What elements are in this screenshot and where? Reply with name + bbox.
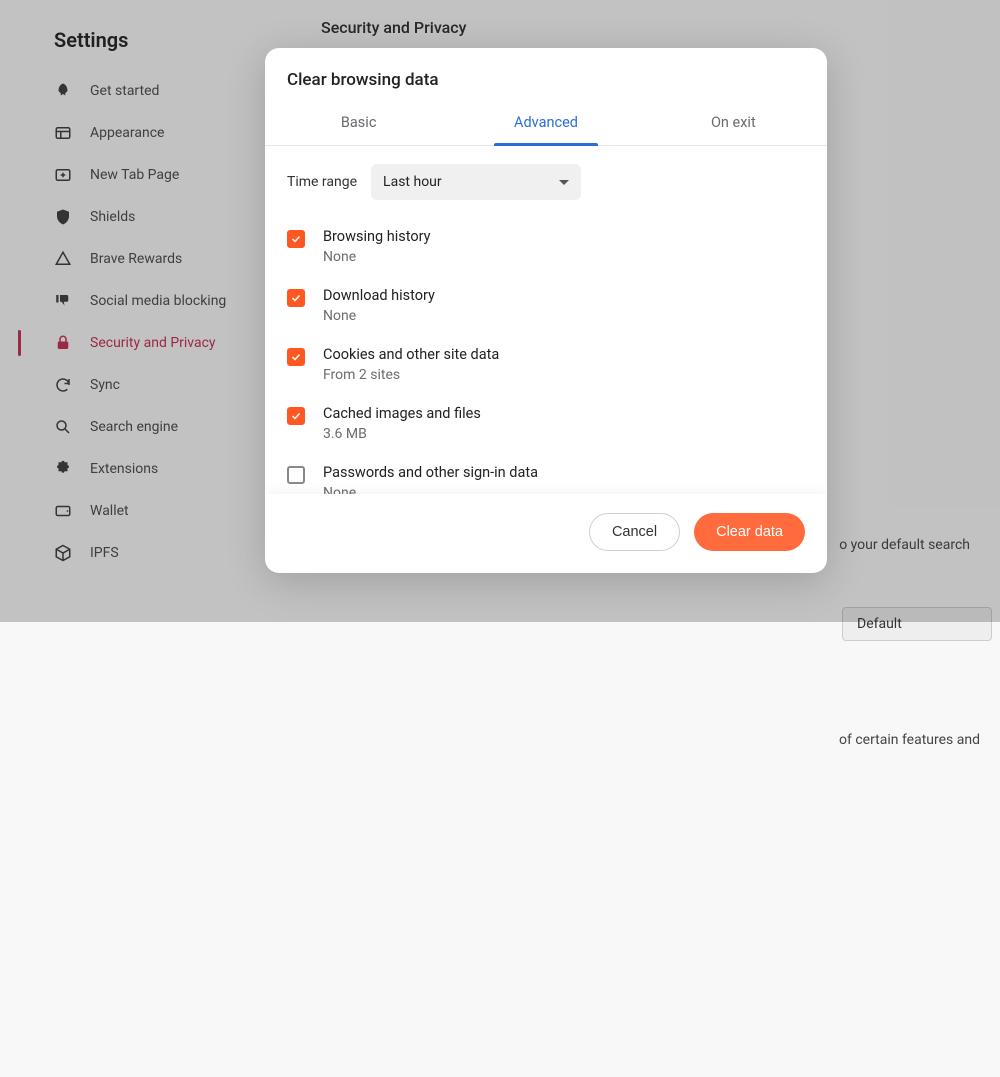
checkbox[interactable] xyxy=(287,289,305,307)
data-type-title: Passwords and other sign-in data xyxy=(323,464,538,481)
checkbox[interactable] xyxy=(287,407,305,425)
dialog-footer: Cancel Clear data xyxy=(265,494,827,573)
clear-data-button[interactable]: Clear data xyxy=(694,513,805,551)
dialog-title: Clear browsing data xyxy=(265,48,827,104)
checkbox[interactable] xyxy=(287,230,305,248)
checkbox[interactable] xyxy=(287,348,305,366)
time-range-value: Last hour xyxy=(383,174,442,190)
data-type-sub: None xyxy=(323,485,538,494)
time-range-label: Time range xyxy=(287,174,357,190)
data-types-list: Browsing history None Download history None… xyxy=(265,208,827,494)
data-type-sub: None xyxy=(323,249,431,265)
data-type-row: Cookies and other site data From 2 sites xyxy=(287,336,805,395)
time-range-row: Time range Last hour xyxy=(265,146,827,208)
data-type-row: Passwords and other sign-in data None xyxy=(287,454,805,494)
data-type-row: Browsing history None xyxy=(287,218,805,277)
data-type-title: Download history xyxy=(323,287,435,304)
data-type-sub: From 2 sites xyxy=(323,367,499,383)
tab-basic[interactable]: Basic xyxy=(265,104,452,145)
tab-advanced[interactable]: Advanced xyxy=(452,104,639,145)
tab-on-exit[interactable]: On exit xyxy=(640,104,827,145)
time-range-select[interactable]: Last hour xyxy=(371,164,581,200)
chevron-down-icon xyxy=(559,180,569,185)
checkbox[interactable] xyxy=(287,466,305,484)
data-type-title: Browsing history xyxy=(323,228,431,245)
data-type-sub: None xyxy=(323,308,435,324)
bg-text-fragment-2: of certain features and xyxy=(839,732,980,748)
dialog-tabs: BasicAdvancedOn exit xyxy=(265,104,827,146)
data-type-title: Cached images and files xyxy=(323,405,481,422)
data-type-sub: 3.6 MB xyxy=(323,426,481,442)
data-type-title: Cookies and other site data xyxy=(323,346,499,363)
clear-browsing-data-dialog: Clear browsing data BasicAdvancedOn exit… xyxy=(265,48,827,573)
data-type-row: Cached images and files 3.6 MB xyxy=(287,395,805,454)
cancel-button[interactable]: Cancel xyxy=(589,513,680,551)
data-type-row: Download history None xyxy=(287,277,805,336)
